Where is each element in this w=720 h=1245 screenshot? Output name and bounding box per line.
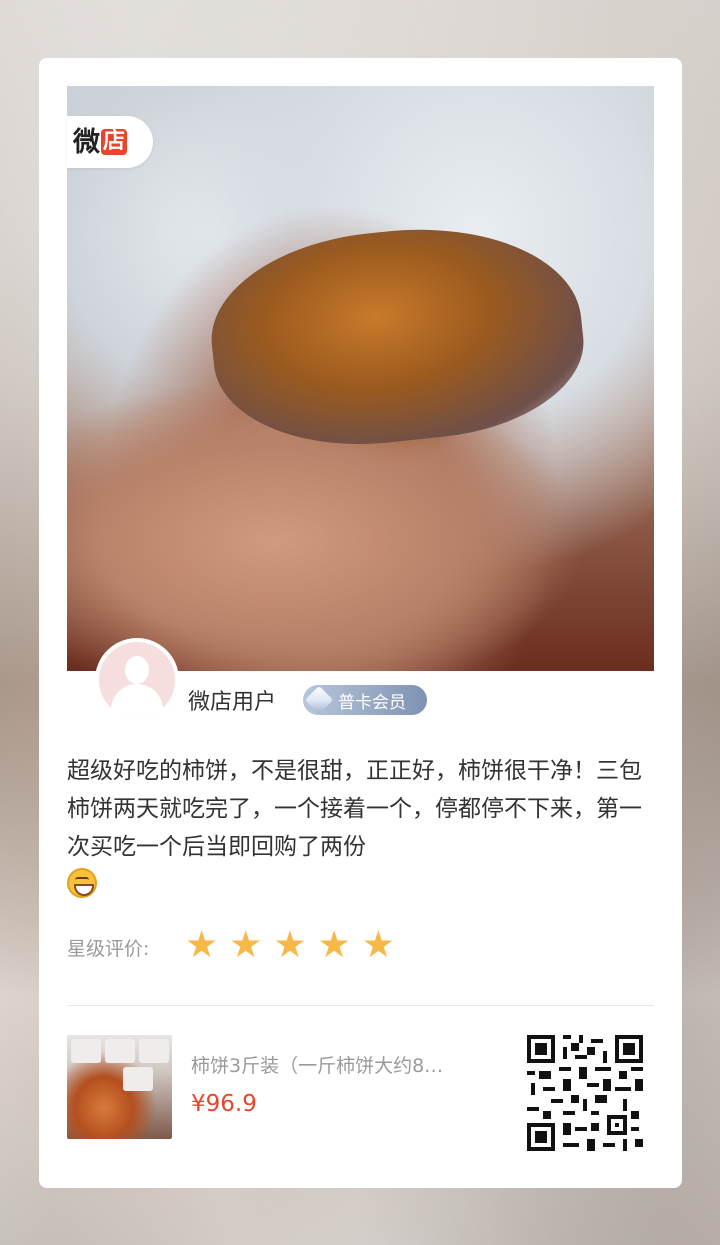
rating-label: 星级评价: — [67, 938, 150, 960]
avatar-body-icon — [111, 684, 163, 718]
weidian-logo: 微 店 — [67, 116, 153, 168]
star-icon: ★ — [229, 923, 263, 966]
avatar-head-icon — [125, 656, 149, 684]
avatar — [95, 638, 179, 722]
username: 微店用户 — [188, 690, 277, 715]
star-icon: ★ — [317, 923, 351, 966]
diamond-icon — [304, 685, 334, 715]
review-share-card: 微 店 微店用户 普卡会员 超级好吃的柿饼，不是很甜，正正好，柿饼很干净！三包柿… — [39, 58, 682, 1188]
product-thumb-detail — [105, 1039, 135, 1063]
qr-code-icon[interactable] — [527, 1035, 643, 1151]
logo-text-dian: 店 — [101, 129, 128, 155]
grinning-face-emoji-icon — [67, 868, 97, 898]
product-thumb-detail — [139, 1039, 169, 1063]
review-photo — [67, 86, 654, 671]
product-thumbnail[interactable] — [67, 1035, 172, 1139]
product-thumb-detail — [71, 1039, 101, 1063]
review-text-block: 超级好吃的柿饼，不是很甜，正正好，柿饼很干净！三包柿饼两天就吃完了，一个接着一个… — [67, 752, 657, 904]
star-icon: ★ — [361, 923, 395, 966]
logo-text-wei: 微 — [73, 126, 100, 158]
divider — [67, 1005, 654, 1006]
member-badge: 普卡会员 — [303, 685, 427, 715]
star-rating: ★ ★ ★ ★ ★ — [185, 926, 395, 963]
member-badge-label: 普卡会员 — [338, 692, 406, 713]
star-icon: ★ — [185, 923, 219, 966]
review-text: 超级好吃的柿饼，不是很甜，正正好，柿饼很干净！三包柿饼两天就吃完了，一个接着一个… — [67, 758, 642, 860]
star-icon: ★ — [273, 923, 307, 966]
product-title[interactable]: 柿饼3斤装（一斤柿饼大约8… — [191, 1051, 491, 1078]
product-price: ¥96.9 — [191, 1091, 257, 1117]
product-thumb-detail — [123, 1067, 153, 1091]
